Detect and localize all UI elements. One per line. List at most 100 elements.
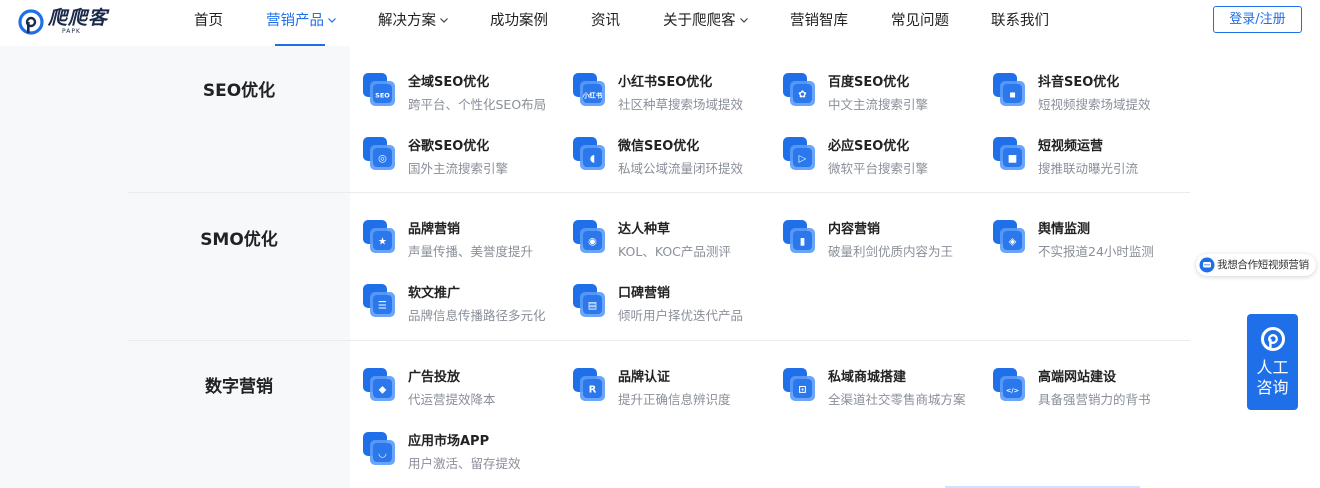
wechat-icon: ◖ (573, 137, 605, 170)
menu-item[interactable]: ■ 短视频运营 搜推联动曝光引流 (993, 137, 1193, 181)
svg-text:■: ■ (1008, 154, 1017, 165)
menu-item[interactable]: ▷ 必应SEO优化微软平台搜索引擎 (783, 137, 983, 181)
google-chrome-icon: ◎ (363, 137, 395, 170)
svg-text:◆: ◆ (379, 385, 387, 396)
menu-item-description: 破量利剑优质内容为王 (828, 244, 954, 259)
shop-cart-icon: ⊡ (783, 368, 815, 401)
consult-label-line2: 咨询 (1256, 378, 1289, 397)
menu-item-description: 具备强营销力的背书 (1038, 392, 1151, 407)
xiaohongshu-icon: 小红书 (573, 73, 605, 106)
menu-item[interactable]: </> 高端网站建设具备强营销力的背书 (993, 368, 1193, 412)
nav-item-5[interactable]: 关于爬爬客 (663, 0, 749, 46)
menu-item-description: 不实报道24小时监测 (1038, 244, 1154, 259)
menu-item[interactable]: ▤ 口碑营销倾听用户择优迭代产品 (573, 284, 773, 328)
svg-text:▪: ▪ (1009, 90, 1016, 101)
menu-item-title: 软文推广 (408, 286, 461, 301)
influencer-icon: ◉ (573, 220, 605, 253)
menu-item[interactable]: ▮ 内容营销破量利剑优质内容为王 (783, 220, 983, 264)
consult-label-line1: 人工 (1256, 358, 1289, 377)
menu-item[interactable]: ▪ 抖音SEO优化 短视频搜索场域提效 (993, 73, 1193, 117)
category-title: 数字营销 (205, 377, 273, 397)
menu-item-title: 口碑营销 (618, 286, 671, 301)
menu-item-description: KOL、KOC产品测评 (618, 244, 731, 259)
site-logo[interactable]: 爬爬客 PAPK (18, 7, 114, 37)
menu-item-description: 国外主流搜索引擎 (408, 161, 509, 176)
menu-item[interactable]: ◡ 应用市场APP 用户激活、留存提效 (363, 432, 563, 476)
menu-item[interactable]: ★ 品牌营销 声量传播、美誉度提升 (363, 220, 563, 264)
douyin-icon: ▪ (993, 73, 1025, 106)
menu-item[interactable]: 小红书 小红书SEO优化 社区种草搜索场域提效 (573, 73, 773, 117)
svg-text:☰: ☰ (378, 301, 387, 312)
nav-item-8[interactable]: 联系我们 (991, 0, 1049, 46)
menu-item-description: 代运营提效降本 (408, 392, 496, 407)
cooperation-chat-pill[interactable]: 我想合作短视频营销 (1196, 254, 1316, 276)
menu-item-title: 微信SEO优化 (618, 139, 700, 154)
menu-item[interactable]: R 品牌认证 提升正确信息辨识度 (573, 368, 773, 412)
article-list-icon: ☰ (363, 284, 395, 317)
nav-item-label: 常见问题 (891, 13, 949, 29)
chevron-down-icon (440, 17, 448, 23)
menu-item-title: 高端网站建设 (1038, 370, 1117, 385)
menu-item[interactable]: ◖ 微信SEO优化私域公域流量闭环提效 (573, 137, 773, 181)
svg-text:</>: </> (1006, 387, 1019, 395)
nav-item-label: 关于爬爬客 (663, 13, 736, 29)
content-chart-icon: ▮ (783, 220, 815, 253)
baidu-paw-icon: ✿ (783, 73, 815, 106)
menu-item-title: 百度SEO优化 (828, 75, 910, 90)
menu-item[interactable]: SEO 全域SEO优化 跨平台、个性化SEO布局 (363, 73, 563, 117)
ad-cube-icon: ◆ (363, 368, 395, 401)
menu-item-title: 必应SEO优化 (828, 139, 910, 154)
nav-item-label: 营销产品 (266, 13, 324, 29)
svg-text:小红书: 小红书 (582, 91, 603, 100)
menu-item-title: 全域SEO优化 (408, 75, 490, 90)
menu-item[interactable]: ⊡ 私域商城搭建 全渠道社交零售商城方案 (783, 368, 983, 412)
chevron-down-icon (328, 17, 336, 23)
menu-item-description: 中文主流搜索引擎 (828, 97, 929, 112)
svg-text:★: ★ (378, 237, 387, 248)
menu-item-title: 广告投放 (408, 370, 461, 385)
nav-item-2[interactable]: 解决方案 (378, 0, 449, 46)
nav-item-7[interactable]: 常见问题 (891, 0, 949, 46)
menu-item-title: 舆情监测 (1038, 222, 1091, 237)
login-register-button[interactable]: 登录/注册 (1213, 6, 1302, 33)
menu-item[interactable]: ◈ 舆情监测 不实报道24小时监测 (993, 220, 1193, 264)
chat-bubble-icon (1199, 257, 1215, 273)
menu-item-title: 内容营销 (828, 222, 881, 237)
nav-item-label: 营销智库 (790, 13, 848, 29)
video-camera-icon: ■ (993, 137, 1025, 170)
nav-item-label: 首页 (194, 13, 223, 29)
menu-item-description: 品牌信息传播路径多元化 (408, 308, 546, 323)
nav-item-4[interactable]: 资讯 (591, 0, 620, 46)
menu-item-description: 倾听用户择优迭代产品 (618, 308, 744, 323)
logo-subtext: PAPK (62, 28, 81, 35)
bing-icon: ▷ (783, 137, 815, 170)
nav-item-6[interactable]: 营销智库 (790, 0, 848, 46)
svg-text:▤: ▤ (588, 301, 597, 312)
section-divider (128, 340, 1190, 341)
nav-item-label: 联系我们 (991, 13, 1049, 29)
human-consult-button[interactable]: 人工 咨询 (1247, 314, 1298, 410)
chevron-down-icon (739, 17, 748, 23)
menu-item-title: 抖音SEO优化 (1038, 75, 1120, 90)
category-panel-background (0, 46, 350, 488)
menu-item-description: 跨平台、个性化SEO布局 (408, 97, 547, 112)
svg-text:◡: ◡ (379, 449, 387, 460)
menu-item[interactable]: ◉ 达人种草 KOL、KOC产品测评 (573, 220, 773, 264)
menu-item[interactable]: ✿ 百度SEO优化中文主流搜索引擎 (783, 73, 983, 117)
menu-item[interactable]: ◆ 广告投放代运营提效降本 (363, 368, 563, 412)
menu-item-description: 提升正确信息辨识度 (618, 392, 731, 407)
menu-item[interactable]: ◎ 谷歌SEO优化 国外主流搜索引擎 (363, 137, 563, 181)
nav-item-0[interactable]: 首页 (194, 0, 223, 46)
logo-mark-icon (18, 9, 44, 35)
website-code-icon: </> (993, 368, 1025, 401)
menu-item-description: 声量传播、美誉度提升 (408, 244, 534, 259)
nav-item-1[interactable]: 营销产品 (266, 0, 337, 46)
menu-item-description: 微软平台搜索引擎 (828, 161, 929, 176)
menu-item[interactable]: ☰ 软文推广品牌信息传播路径多元化 (363, 284, 563, 328)
menu-item-description: 私域公域流量闭环提效 (618, 161, 744, 176)
menu-item-title: 达人种草 (618, 222, 671, 237)
svg-text:⊡: ⊡ (798, 385, 806, 396)
app-bag-icon: ◡ (363, 432, 395, 465)
svg-text:✿: ✿ (798, 90, 806, 101)
nav-item-3[interactable]: 成功案例 (490, 0, 548, 46)
